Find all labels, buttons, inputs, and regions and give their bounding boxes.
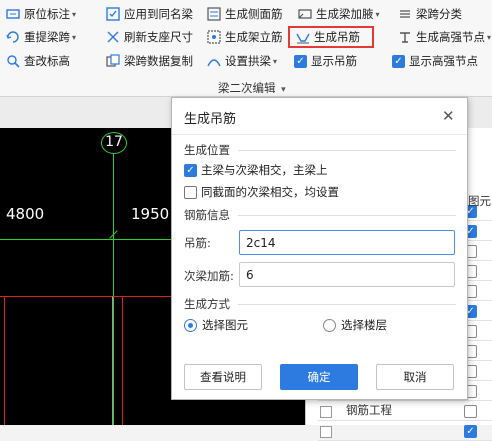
panel-last-item-label: 钢筋工程 (346, 403, 392, 417)
span-classify-button[interactable]: 梁跨分类 (398, 4, 462, 24)
in-place-annotation-button[interactable]: 原位标注 ▾ (6, 4, 76, 24)
panel-header-text: 图元 (468, 194, 491, 208)
chevron-down-icon: ▾ (72, 9, 77, 19)
beam-line (4, 296, 5, 425)
refresh-support-button[interactable]: 刷新支座尺寸 (106, 27, 193, 47)
help-button[interactable]: 查看说明 (184, 364, 262, 390)
high-strength-node-icon (398, 30, 412, 44)
select-element-label: 选择图元 (202, 318, 248, 332)
apply-same-name-label: 应用到同名梁 (124, 7, 193, 21)
panel-row-divider (318, 420, 492, 421)
elevation-edit-button[interactable]: 查改标高 (6, 51, 70, 71)
arch-beam-label: 设置拱梁 (225, 54, 271, 68)
close-icon[interactable]: ✕ (442, 107, 455, 125)
radio-selected-icon (184, 318, 197, 332)
beam-edge (112, 296, 113, 425)
visibility-unchecked-icon[interactable]: ✓ (464, 405, 477, 418)
hanger-field-label: 吊筋: (184, 236, 211, 250)
cancel-button[interactable]: 取消 (376, 364, 454, 390)
dialog-title-divider (172, 134, 467, 135)
erection-rebar-label: 生成架立筋 (225, 30, 283, 44)
in-place-annotation-label: 原位标注 (24, 7, 70, 21)
section-divider (238, 215, 456, 216)
chevron-down-icon: ▾ (273, 56, 278, 66)
re-extract-span-label: 重提梁跨 (24, 30, 70, 44)
arch-beam-icon (207, 54, 221, 68)
apply-same-name-icon (106, 7, 120, 21)
generate-hanger-dialog: 生成吊筋 ✕ 生成位置 ✓ 主梁与次梁相交，主梁上 ✓ 同截面的次梁相交，均设置… (171, 97, 468, 400)
ok-button[interactable]: 确定 (280, 364, 358, 390)
chevron-down-icon: ▾ (281, 85, 286, 95)
section-rebar-title: 钢筋信息 (184, 208, 230, 222)
dimension-text-right: 1950 (131, 205, 170, 223)
hanger-rebar-highlight-box (288, 26, 374, 48)
refresh-support-label: 刷新支座尺寸 (124, 30, 193, 44)
show-hanger-toggle[interactable]: ✓ 显示吊筋 (294, 51, 357, 71)
expand-box-icon[interactable] (320, 426, 332, 438)
chevron-down-icon: ▾ (487, 32, 492, 42)
span-copy-label: 梁跨数据复制 (124, 54, 193, 68)
ribbon-group-label[interactable]: 梁二次编辑 ▾ (218, 80, 286, 96)
re-extract-span-button[interactable]: 重提梁跨 ▾ (6, 27, 76, 47)
high-strength-node-button[interactable]: 生成高强节点 ▾ (398, 27, 491, 47)
side-rebar-button[interactable]: 生成侧面筋 (207, 4, 283, 24)
panel-row-divider (318, 400, 492, 401)
axis-line (113, 154, 114, 425)
refresh-support-icon (106, 30, 120, 44)
re-extract-span-icon (6, 30, 20, 44)
main-secondary-checkbox[interactable]: ✓ 主梁与次梁相交，主梁上 (184, 162, 328, 178)
select-floor-radio[interactable]: 选择楼层 (323, 317, 387, 333)
show-high-strength-toggle[interactable]: ✓ 显示高强节点 (392, 51, 478, 71)
ribbon-group-title: 梁二次编辑 (218, 81, 276, 95)
check-icon: ✓ (184, 163, 197, 177)
panel-last-item[interactable]: 钢筋工程 (346, 402, 392, 418)
same-section-label: 同截面的次梁相交，均设置 (201, 185, 339, 199)
main-secondary-label: 主梁与次梁相交，主梁上 (201, 163, 328, 177)
span-classify-icon (398, 7, 412, 21)
high-strength-node-label: 生成高强节点 (416, 30, 485, 44)
ribbon-toolbar: 原位标注 ▾ 应用到同名梁 生成侧面筋 生成梁加腋 ▾ 梁跨分类 重提梁跨 ▾ 刷新支… (0, 0, 492, 97)
hanger-rebar-input[interactable] (239, 230, 455, 255)
dialog-title: 生成吊筋 (184, 112, 237, 127)
span-copy-icon (106, 54, 120, 68)
visibility-checked-icon[interactable]: ✓ (464, 425, 477, 438)
panel-header: 图元 (468, 193, 492, 209)
section-position-title: 生成位置 (184, 143, 230, 157)
same-section-checkbox[interactable]: ✓ 同截面的次梁相交，均设置 (184, 184, 339, 200)
radio-unselected-icon (323, 318, 336, 332)
haunch-icon (298, 7, 312, 21)
expand-box-icon[interactable] (320, 406, 332, 418)
in-place-annotation-icon (6, 7, 20, 21)
haunch-label: 生成梁加腋 (316, 7, 374, 21)
check-icon: ✓ (294, 54, 307, 68)
section-divider (238, 304, 456, 305)
show-hanger-label: 显示吊筋 (311, 54, 357, 68)
erection-rebar-icon (207, 30, 221, 44)
unchecked-box-icon: ✓ (184, 185, 197, 199)
elevation-edit-label: 查改标高 (24, 54, 70, 68)
apply-same-name-button[interactable]: 应用到同名梁 (106, 4, 193, 24)
span-copy-button[interactable]: 梁跨数据复制 (106, 51, 193, 71)
select-floor-label: 选择楼层 (341, 318, 387, 332)
span-classify-label: 梁跨分类 (416, 7, 462, 21)
erection-rebar-button[interactable]: 生成架立筋 (207, 27, 283, 47)
axis-label-bubble: 17 (101, 132, 127, 154)
section-divider (238, 150, 456, 151)
beam-line (122, 296, 123, 425)
show-high-strength-label: 显示高强节点 (409, 54, 478, 68)
check-icon: ✓ (392, 54, 405, 68)
chevron-down-icon: ▾ (375, 9, 380, 19)
side-rebar-label: 生成侧面筋 (225, 7, 283, 21)
section-mode-title: 生成方式 (184, 297, 230, 311)
secondary-rebar-input[interactable] (239, 262, 455, 287)
select-element-radio[interactable]: 选择图元 (184, 317, 248, 333)
dimension-text-left: 4800 (6, 205, 45, 223)
elevation-edit-icon (6, 54, 20, 68)
secondary-field-label: 次梁加筋: (184, 269, 234, 283)
side-rebar-icon (207, 7, 221, 21)
haunch-button[interactable]: 生成梁加腋 ▾ (298, 4, 380, 24)
chevron-down-icon: ▾ (72, 32, 77, 42)
arch-beam-button[interactable]: 设置拱梁 ▾ (207, 51, 277, 71)
